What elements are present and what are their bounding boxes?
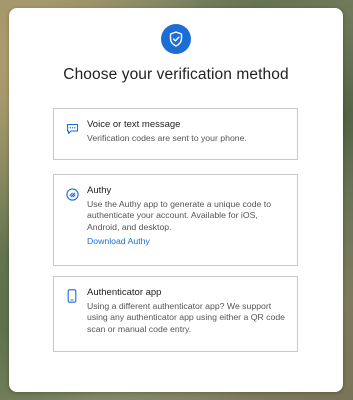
option-title: Authenticator app [87,287,162,298]
option-authenticator-app[interactable]: Authenticator app Using a different auth… [53,276,298,352]
option-title: Voice or text message [87,119,181,130]
message-icon [65,122,79,136]
verification-card: Choose your verification method Voice or… [9,8,343,392]
option-description: Verification codes are sent to your phon… [87,133,247,143]
option-description: Using a different authenticator app? We … [87,301,286,334]
option-title: Authy [87,185,112,196]
option-authy[interactable]: Authy Use the Authy app to generate a un… [53,174,298,266]
phone-icon [65,289,79,303]
shield-check-icon [161,24,191,54]
authy-icon [65,187,79,201]
page-title: Choose your verification method [63,66,289,83]
download-authy-link[interactable]: Download Authy [87,235,289,247]
option-description: Use the Authy app to generate a unique c… [87,199,272,232]
option-voice-text[interactable]: Voice or text message Verification codes… [53,108,298,160]
